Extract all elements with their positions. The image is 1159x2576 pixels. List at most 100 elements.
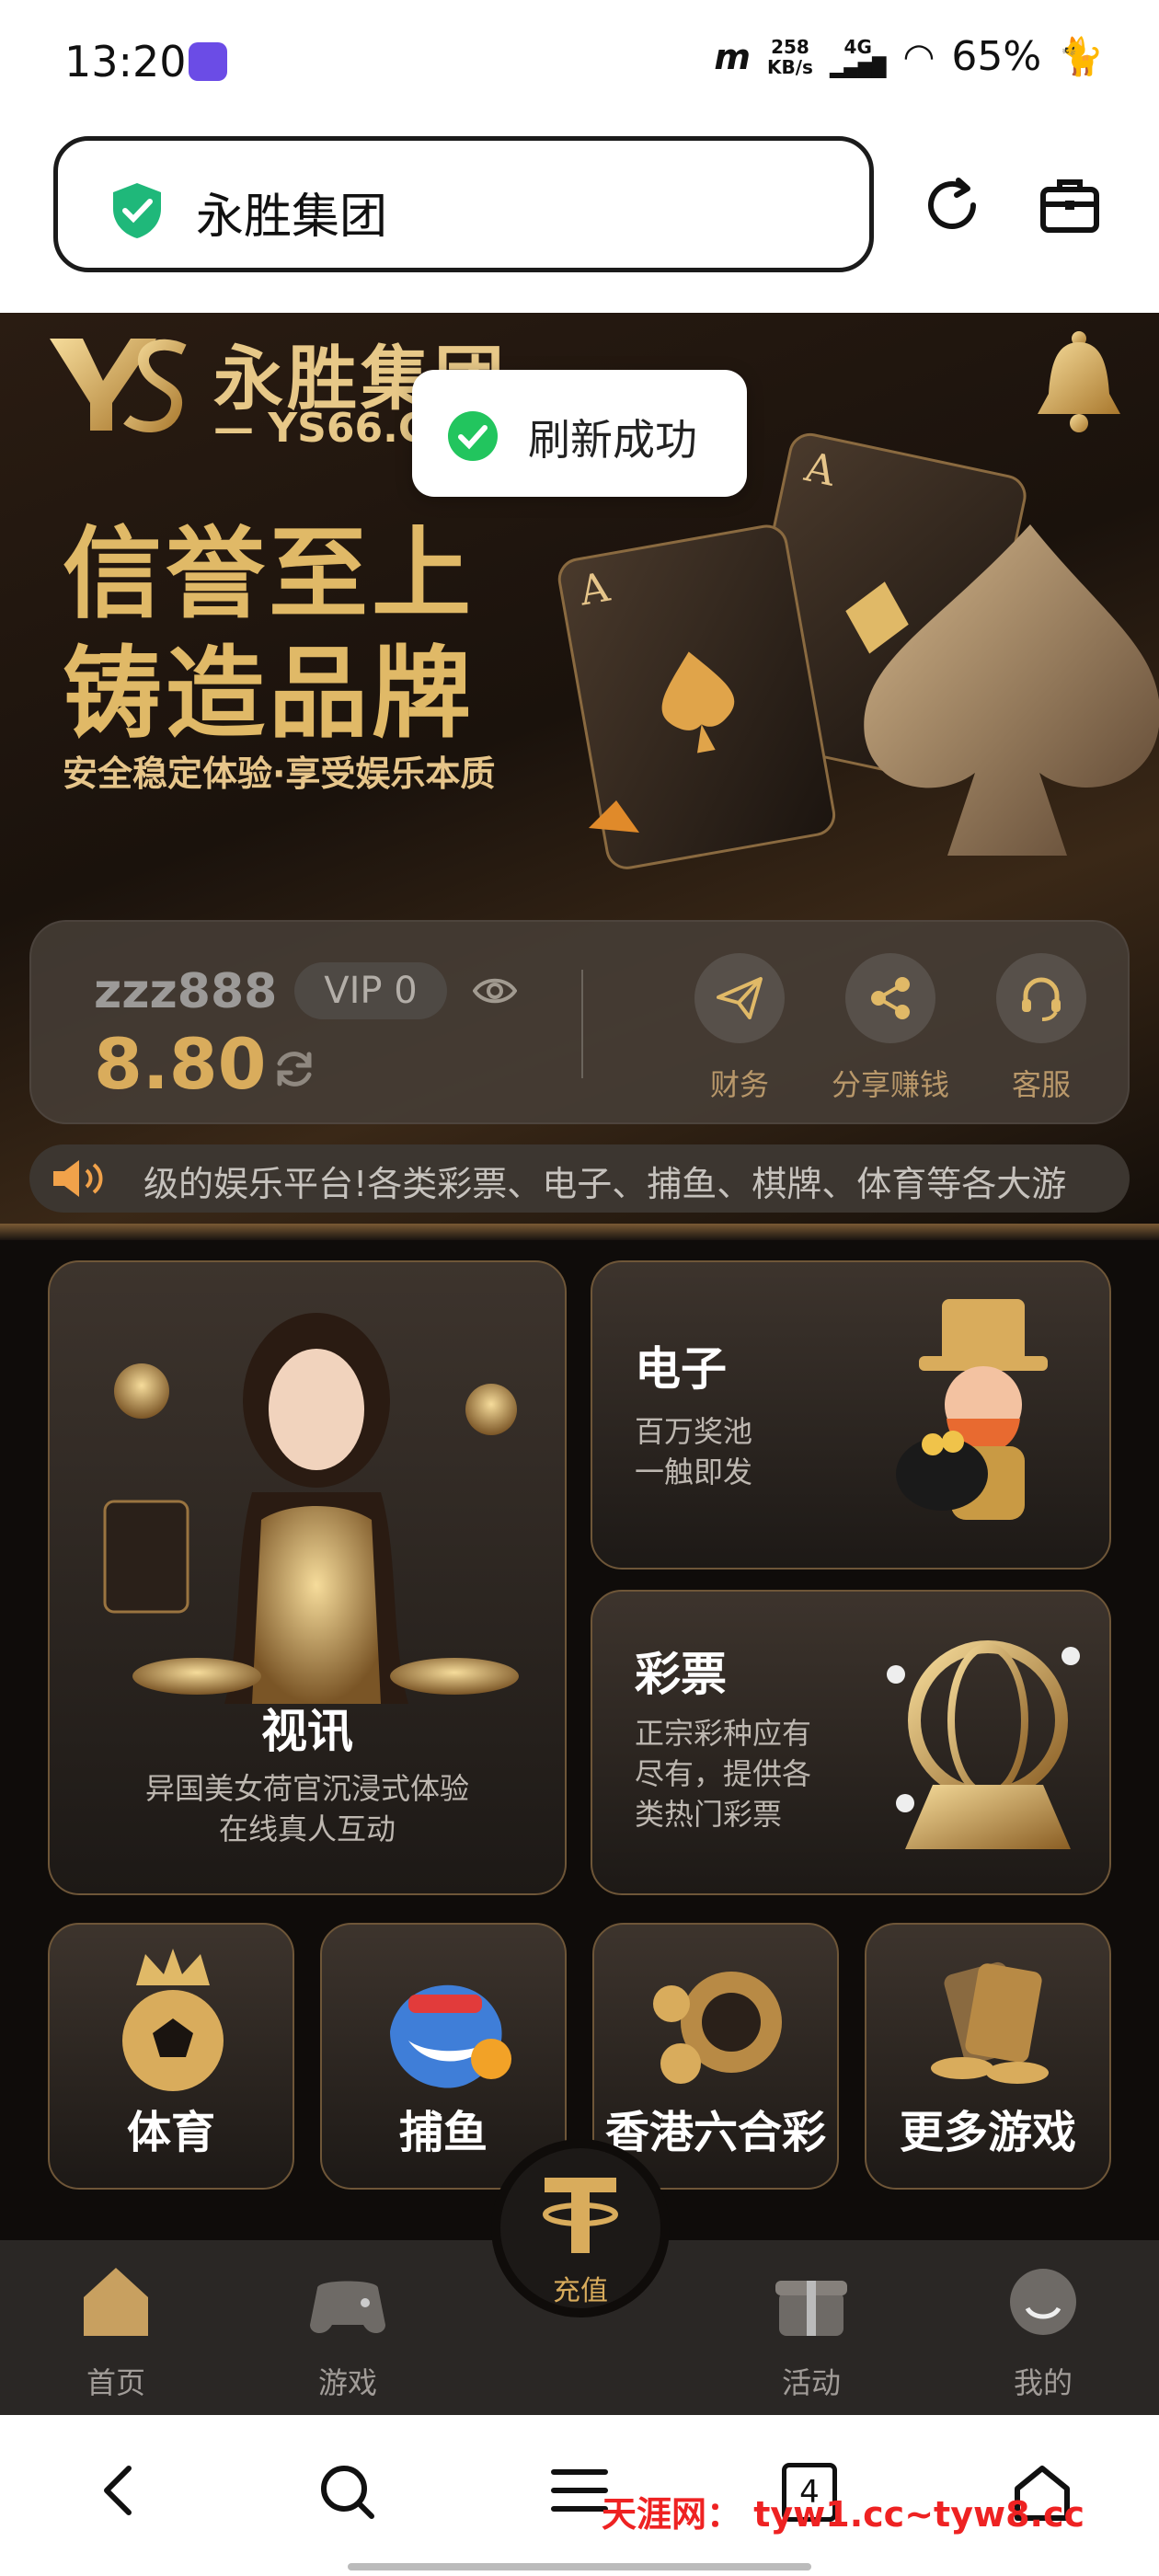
game-tile-slots[interactable]: 电子 百万奖池 一触即发 <box>591 1260 1111 1570</box>
wifi-icon: ◠ <box>902 35 935 78</box>
refresh-balance-icon[interactable] <box>272 1047 316 1091</box>
battery-level: 65% <box>951 33 1042 80</box>
signal-icon: 4G ▂▄▆█ <box>829 35 887 78</box>
balance-amount: 8.80 <box>94 1023 267 1105</box>
game-tile-video[interactable]: 视讯 异国美女荷官沉浸式体验 在线真人互动 <box>48 1260 567 1895</box>
back-icon[interactable] <box>96 2463 142 2518</box>
slogan: 信誉至上 铸造品牌 <box>63 515 475 754</box>
ys-logo <box>50 339 187 433</box>
tether-icon <box>543 2178 618 2253</box>
search-icon[interactable] <box>318 2463 377 2522</box>
speed-value: 258 <box>771 35 809 58</box>
tile-desc-line: 在线真人互动 <box>218 1811 396 1846</box>
toast-text: 刷新成功 <box>528 415 697 465</box>
status-bar: 13:20 m 258 KB/s 4G ▂▄▆█ ◠ 65% 🐈 <box>0 0 1159 129</box>
soccer-ball-crown-icon <box>122 1949 224 2091</box>
tab-label: 活动 <box>781 2365 841 2400</box>
address-bar[interactable]: 永胜集团 <box>53 136 874 272</box>
share-icon <box>845 953 935 1043</box>
lottery-ball-icon <box>653 1972 782 2084</box>
nfc-icon: m <box>714 36 751 77</box>
tile-desc: 正宗彩种应有 尽有，提供各 类热门彩票 <box>635 1713 811 1834</box>
network-type: 4G <box>843 35 872 58</box>
eye-icon[interactable] <box>473 975 517 1006</box>
hero-banner[interactable]: 永胜集团 — YS66.C 信誉至上 铸造品牌 安全稳定体验·享受娱乐本质 A … <box>0 313 1159 1237</box>
recharge-button[interactable]: 充值 <box>491 2139 670 2317</box>
tile-desc: 异国美女荷官沉浸式体验 在线真人互动 <box>50 1768 565 1849</box>
action-finance[interactable]: 财务 <box>675 953 804 1104</box>
speaker-icon <box>53 1160 103 1197</box>
watermark-text: 天涯网： tyw1.cc~tyw8.cc <box>602 2494 1085 2535</box>
tab-profile[interactable]: 我的 <box>979 2260 1107 2402</box>
cat-icon: 🐈 <box>1058 36 1104 78</box>
reload-icon[interactable] <box>920 173 984 237</box>
tile-desc-line: 类热门彩票 <box>635 1797 783 1832</box>
vpn-app-icon <box>189 42 227 81</box>
tile-desc-line: 尽有，提供各 <box>635 1756 812 1791</box>
tile-desc-line: 异国美女荷官沉浸式体验 <box>144 1771 469 1806</box>
paper-plane-icon <box>694 953 785 1043</box>
bell-icon[interactable] <box>1028 329 1130 440</box>
vip-badge[interactable]: VIP 0 <box>294 962 447 1019</box>
tile-label: 更多游戏 <box>899 2107 1076 2158</box>
username: zzz888 <box>94 964 278 1019</box>
tile-desc-line: 百万奖池 <box>635 1414 753 1449</box>
app-viewport: 永胜集团 — YS66.C 信誉至上 铸造品牌 安全稳定体验·享受娱乐本质 A … <box>0 313 1159 2415</box>
url-title: 永胜集团 <box>196 190 388 245</box>
action-label: 分享赚钱 <box>831 1067 949 1102</box>
tile-desc: 百万奖池 一触即发 <box>635 1411 752 1492</box>
lottery-machine-illustration <box>887 1640 1080 1849</box>
home-icon <box>84 2268 148 2336</box>
slogan-line-1: 信誉至上 <box>63 517 476 632</box>
tab-label: 游戏 <box>317 2365 377 2400</box>
notice-marquee[interactable]: 级的娱乐平台!各类彩票、电子、捕鱼、棋牌、体育等各大游 <box>29 1144 1130 1213</box>
brand-url: — YS66.C <box>213 405 429 452</box>
toolbox-icon[interactable] <box>1038 173 1102 237</box>
tile-title: 彩票 <box>635 1648 727 1701</box>
action-support[interactable]: 客服 <box>977 953 1106 1104</box>
game-tile-mark-six[interactable]: 香港六合彩 <box>592 1923 839 2190</box>
slogan-subtitle: 安全稳定体验·享受娱乐本质 <box>63 753 496 794</box>
notice-text: 级的娱乐平台!各类彩票、电子、捕鱼、棋牌、体育等各大游 <box>143 1164 1067 1204</box>
gift-icon <box>775 2281 847 2336</box>
profile-icon <box>1010 2269 1076 2335</box>
game-tile-lottery[interactable]: 彩票 正宗彩种应有 尽有，提供各 类热门彩票 <box>591 1590 1111 1895</box>
tile-desc-line: 正宗彩种应有 <box>635 1716 812 1751</box>
tab-activity[interactable]: 活动 <box>747 2260 876 2402</box>
tile-label: 捕鱼 <box>398 2107 488 2158</box>
tile-title: 电子 <box>635 1342 727 1396</box>
status-time: 13:20 <box>64 37 187 86</box>
playing-cards-illustration: A A <box>557 432 1159 869</box>
headset-icon <box>996 953 1086 1043</box>
game-tile-sports[interactable]: 体育 <box>48 1923 294 2190</box>
network-speed: 258 KB/s <box>767 37 813 77</box>
panel-divider <box>581 970 583 1078</box>
account-panel: zzz888 VIP 0 8.80 财务 分享赚钱 客服 <box>29 920 1130 1124</box>
game-tile-fishing[interactable]: 捕鱼 <box>320 1923 567 2190</box>
tile-label: 香港六合彩 <box>604 2107 826 2158</box>
action-label: 客服 <box>1011 1067 1071 1102</box>
banner-edge <box>0 1224 1159 1240</box>
tab-label: 我的 <box>1013 2365 1073 2400</box>
action-share[interactable]: 分享赚钱 <box>826 953 955 1104</box>
gesture-bar <box>348 2563 811 2570</box>
menu-icon[interactable] <box>550 2463 609 2518</box>
tab-home[interactable]: 首页 <box>52 2260 180 2402</box>
gamepad-icon <box>310 2281 385 2334</box>
game-tile-more[interactable]: 更多游戏 <box>865 1923 1111 2190</box>
refresh-success-toast: 刷新成功 <box>412 370 747 497</box>
security-shield-icon <box>113 183 161 238</box>
recharge-label: 充值 <box>553 2275 608 2307</box>
dealer-illustration <box>103 1313 519 1704</box>
tile-title: 视讯 <box>261 1705 353 1758</box>
action-label: 财务 <box>709 1067 769 1102</box>
tile-desc-line: 一触即发 <box>635 1455 753 1489</box>
slogan-line-2: 铸造品牌 <box>63 637 476 752</box>
tab-label: 首页 <box>86 2365 145 2400</box>
status-right: m 258 KB/s 4G ▂▄▆█ ◠ 65% 🐈 <box>714 33 1104 80</box>
tile-label: 体育 <box>126 2107 215 2158</box>
speed-unit: KB/s <box>767 55 813 78</box>
check-circle-icon <box>448 411 498 461</box>
tab-games[interactable]: 游戏 <box>283 2260 412 2402</box>
leprechaun-illustration <box>896 1299 1048 1520</box>
